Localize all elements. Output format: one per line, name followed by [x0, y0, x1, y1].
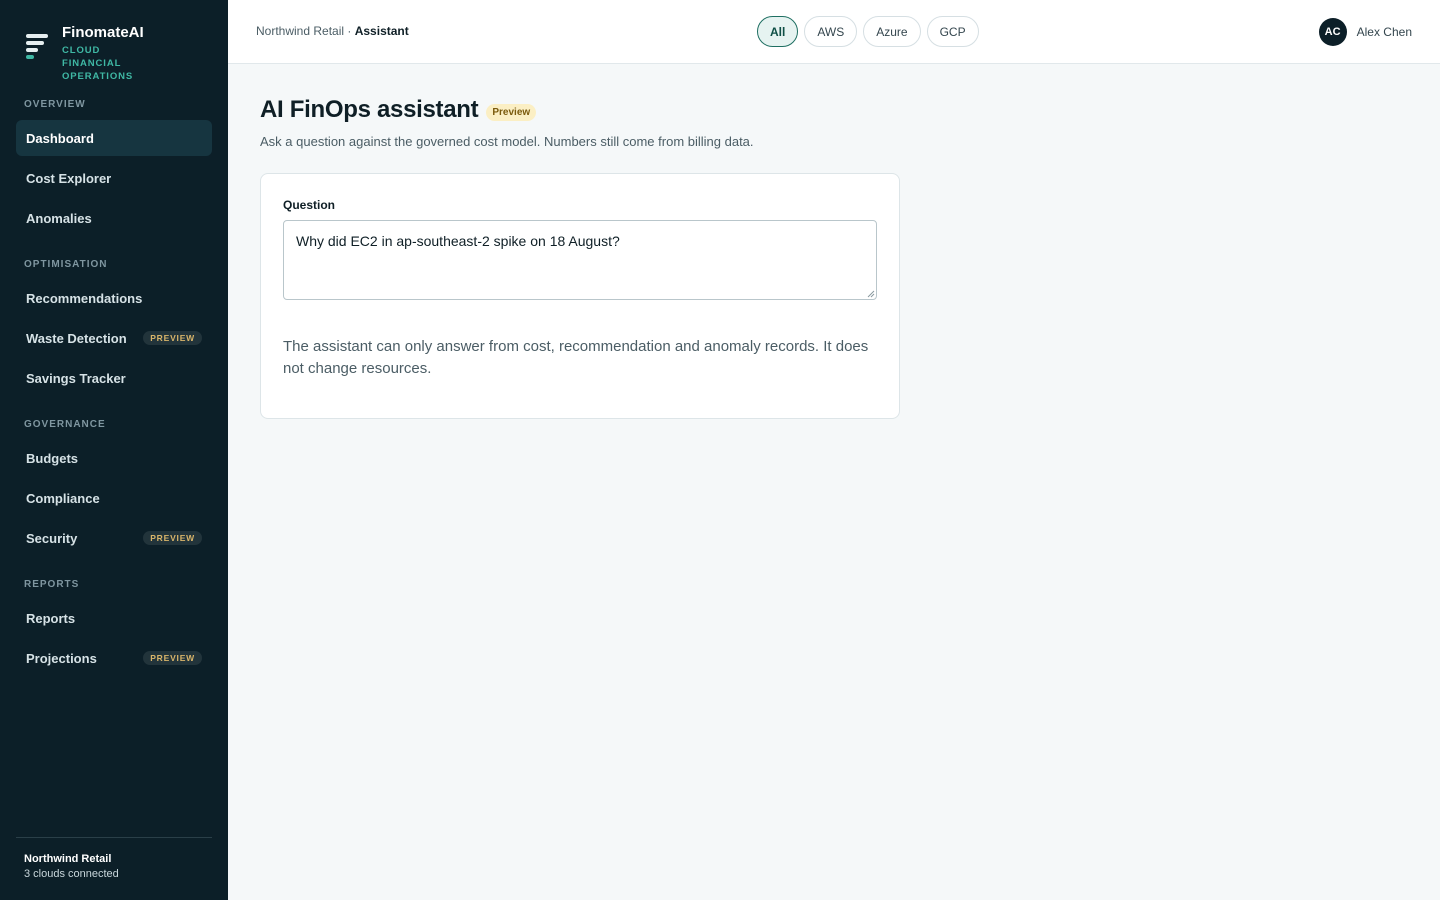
- breadcrumb-org[interactable]: Northwind Retail: [256, 24, 344, 38]
- sidebar-item-label: Projections: [26, 650, 97, 666]
- cloud-filter-all[interactable]: All: [757, 16, 799, 47]
- avatar: AC: [1318, 18, 1347, 46]
- section-label-optimisation: OPTIMISATION: [24, 259, 108, 270]
- sidebar: FinomateAI CLOUD FINANCIAL OPERATIONS OV…: [0, 0, 228, 900]
- breadcrumb-separator: ·: [344, 24, 355, 38]
- breadcrumb-current: Assistant: [354, 24, 409, 38]
- cloud-filter-gcp[interactable]: GCP: [926, 16, 979, 47]
- sidebar-item-label: Savings Tracker: [26, 370, 126, 386]
- cloud-filter-aws[interactable]: AWS: [804, 16, 858, 47]
- brand-logo-icon: [26, 34, 50, 60]
- sidebar-item-label: Recommendations: [26, 290, 143, 306]
- sidebar-item-cost-explorer[interactable]: Cost Explorer: [16, 160, 212, 196]
- sidebar-item-savings-tracker[interactable]: Savings Tracker: [16, 360, 212, 396]
- sidebar-item-waste-detection[interactable]: Waste Detection PREVIEW: [16, 320, 212, 356]
- resize-handle-icon[interactable]: [867, 290, 875, 298]
- preview-badge: PREVIEW: [143, 331, 202, 345]
- user-name: Alex Chen: [1356, 25, 1412, 39]
- section-label-reports: REPORTS: [24, 579, 80, 590]
- sidebar-item-reports[interactable]: Reports: [16, 600, 212, 636]
- brand-subtitle: CLOUD FINANCIAL OPERATIONS: [62, 45, 134, 82]
- sidebar-item-budgets[interactable]: Budgets: [16, 440, 212, 476]
- sidebar-item-label: Security: [26, 530, 78, 546]
- cloud-connection-status: 3 clouds connected: [24, 868, 119, 880]
- top-bar: Northwind Retail · Assistant All AWS Azu…: [228, 0, 1440, 64]
- cloud-filter-azure[interactable]: Azure: [863, 16, 921, 47]
- preview-status-badge: Preview: [486, 103, 537, 121]
- question-input[interactable]: [283, 220, 877, 300]
- page-header: AI FinOps assistant Preview: [260, 96, 537, 124]
- sidebar-item-label: Reports: [26, 610, 76, 626]
- brand-name: FinomateAI: [62, 24, 144, 41]
- sidebar-item-recommendations[interactable]: Recommendations: [16, 280, 212, 316]
- question-label: Question: [283, 198, 336, 212]
- sidebar-item-label: Waste Detection: [26, 330, 127, 346]
- sidebar-item-label: Cost Explorer: [26, 170, 112, 186]
- section-label-governance: GOVERNANCE: [24, 419, 106, 430]
- sidebar-divider: [16, 837, 212, 838]
- sidebar-item-label: Dashboard: [26, 130, 94, 146]
- sidebar-item-projections[interactable]: Projections PREVIEW: [16, 640, 212, 676]
- sidebar-item-label: Budgets: [26, 450, 78, 466]
- sidebar-item-anomalies[interactable]: Anomalies: [16, 200, 212, 236]
- section-label-overview: OVERVIEW: [24, 99, 86, 110]
- page-subtitle: Ask a question against the governed cost…: [260, 134, 754, 149]
- breadcrumb: Northwind Retail · Assistant: [256, 24, 409, 38]
- sidebar-item-compliance[interactable]: Compliance: [16, 480, 212, 516]
- sidebar-item-label: Compliance: [26, 490, 100, 506]
- org-name: Northwind Retail: [24, 853, 112, 865]
- brand[interactable]: FinomateAI CLOUD FINANCIAL OPERATIONS: [26, 24, 162, 83]
- sidebar-item-security[interactable]: Security PREVIEW: [16, 520, 212, 556]
- cloud-filter: All AWS Azure GCP: [757, 16, 979, 47]
- preview-badge: PREVIEW: [143, 651, 202, 665]
- question-card: Question The assistant can only answer f…: [260, 173, 900, 419]
- user-menu[interactable]: AC Alex Chen: [1318, 18, 1412, 46]
- preview-badge: PREVIEW: [143, 531, 202, 545]
- sidebar-item-label: Anomalies: [26, 210, 92, 226]
- assistant-scope-note: The assistant can only answer from cost,…: [283, 338, 869, 377]
- page-title: AI FinOps assistant: [260, 96, 479, 123]
- sidebar-item-dashboard[interactable]: Dashboard: [16, 120, 212, 156]
